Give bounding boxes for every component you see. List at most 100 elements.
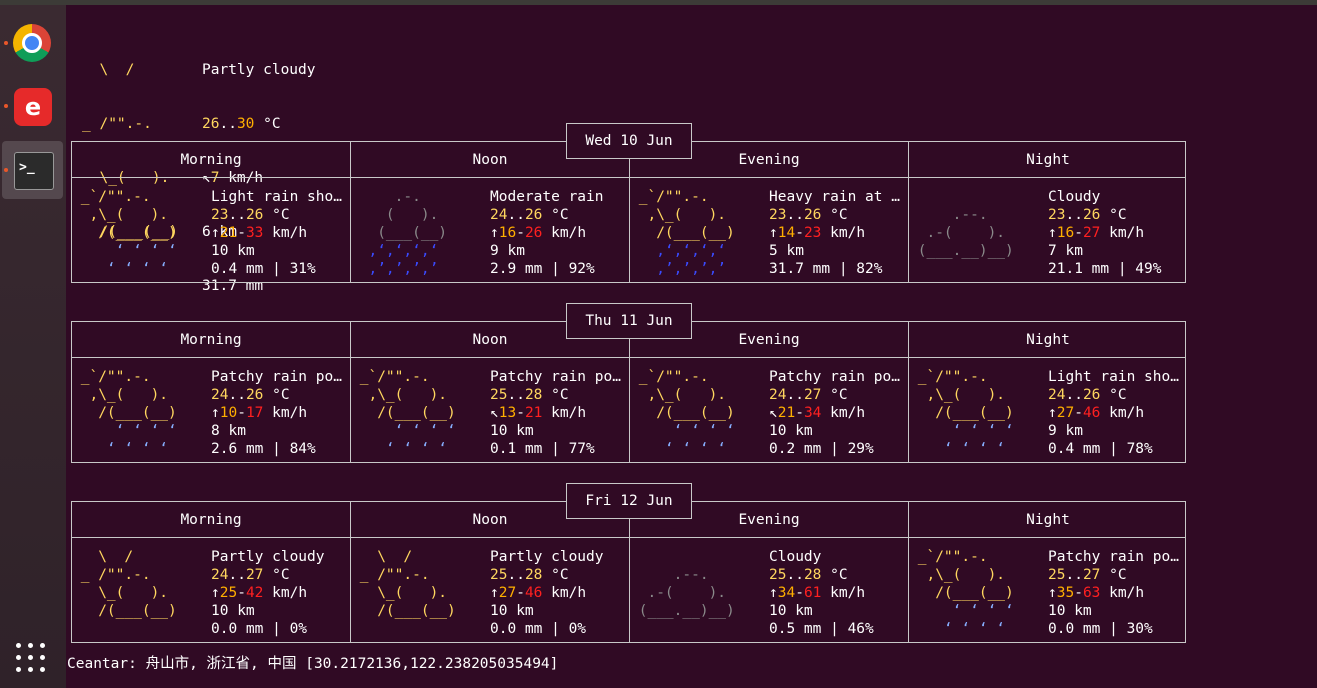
art-line: ,\_( ). xyxy=(72,387,186,403)
weather-art-icon: _`/"".-. ,\_( ). /(___(__) ‘ ‘ ‘ ‘ ‘ ‘ ‘… xyxy=(909,368,1047,458)
precipitation: 21.1 mm | 49% xyxy=(1048,261,1162,277)
art-line: ‘ ‘ ‘ ‘ xyxy=(630,423,744,439)
temperature: 24..27 °C xyxy=(769,387,848,403)
forecast-info: Patchy rain po… 24..26 °C ↑10-17 km/h 8 km 2… xyxy=(211,368,349,458)
art-line: _`/"".-. xyxy=(351,369,465,385)
precipitation: 0.4 mm | 78% xyxy=(1048,441,1153,457)
art-line: \_( ). xyxy=(351,585,465,601)
wind: ↖21-34 km/h xyxy=(769,405,866,421)
period-header: Night xyxy=(1026,512,1070,528)
art-line: _`/"".-. xyxy=(630,369,744,385)
dock-item-terminal[interactable]: >_ xyxy=(2,141,63,199)
art-line: .--. xyxy=(909,207,1023,223)
art-line xyxy=(630,548,768,566)
weather-art-icon: _`/"".-. ,\_( ). /(___(__) ‘ ‘ ‘ ‘ ‘ ‘ ‘… xyxy=(630,368,768,458)
visibility: 10 km xyxy=(211,603,255,619)
art-line: _ /"".-. xyxy=(351,567,465,583)
precipitation: 0.0 mm | 0% xyxy=(490,621,587,637)
visibility: 10 km xyxy=(211,243,255,259)
art-line: ,\_( ). xyxy=(909,387,1023,403)
art-line xyxy=(630,620,768,638)
wind: ↑16-26 km/h xyxy=(490,225,587,241)
condition-text: Patchy rain po… xyxy=(1048,549,1179,565)
temperature: 24..26 °C xyxy=(490,207,569,223)
art-line: ,\_( ). xyxy=(630,387,744,403)
date-label: Wed 10 Jun xyxy=(566,123,692,159)
condition-text: Partly cloudy xyxy=(490,549,604,565)
visibility: 10 km xyxy=(769,423,813,439)
forecast-info: Cloudy 25..28 °C ↑34-61 km/h 10 km 0.5 mm | … xyxy=(769,548,907,638)
netease-music-icon: e xyxy=(14,88,52,126)
forecast-table-day: Morning _`/"".-. ,\_( ). /(___(__) ‘ ‘ ‘… xyxy=(71,321,1186,463)
art-line: .-. xyxy=(351,189,465,205)
wind: ↑14-23 km/h xyxy=(769,225,866,241)
visibility: 5 km xyxy=(769,243,804,259)
temperature: 25..28 °C xyxy=(490,567,569,583)
art-line: ‘ ‘ ‘ ‘ xyxy=(909,441,1023,457)
weather-art-icon: \ / _ /"".-. \_( ). /(___(__) xyxy=(72,548,210,638)
art-line xyxy=(351,620,489,638)
art-line: ‘ ‘ ‘ ‘ xyxy=(351,423,465,439)
wind: ↑35-63 km/h xyxy=(1048,585,1145,601)
condition-text: Patchy rain po… xyxy=(490,369,621,385)
art-line: \ / xyxy=(82,62,187,78)
top-panel xyxy=(0,0,1317,5)
precipitation: 2.6 mm | 84% xyxy=(211,441,316,457)
art-line: ‘ ‘ ‘ ‘ xyxy=(909,423,1023,439)
art-line: /(___(__) xyxy=(351,405,465,421)
visibility: 10 km xyxy=(490,603,534,619)
dock-item-chrome[interactable] xyxy=(2,14,63,72)
forecast-cell: _`/"".-. ,\_( ). /(___(__) ‚‘‚‘‚‘‚‘ ‚’‚’… xyxy=(630,178,908,282)
temperature: 24..27 °C xyxy=(211,567,290,583)
visibility: 10 km xyxy=(769,603,813,619)
date-label: Fri 12 Jun xyxy=(566,483,692,519)
forecast-cell: \ / _ /"".-. \_( ). /(___(__) Partly clo… xyxy=(72,538,350,642)
forecast-cell: _`/"".-. ,\_( ). /(___(__) ‘ ‘ ‘ ‘ ‘ ‘ ‘… xyxy=(909,358,1187,462)
forecast-cell: .--. .-( ). (___.__)__) Cloudy 23..26 °C ↑… xyxy=(909,178,1187,282)
forecast-info: Light rain sho… 23..26 °C ↑21-33 km/h 10 km… xyxy=(211,188,349,278)
period-header: Night xyxy=(1026,152,1070,168)
art-line xyxy=(72,620,210,638)
dock-item-netease-music[interactable]: e xyxy=(2,77,63,135)
art-line: (___(__) xyxy=(351,225,465,241)
period-header: Morning xyxy=(180,332,242,348)
art-line: /(___(__) xyxy=(909,585,1023,601)
date-label: Thu 11 Jun xyxy=(566,303,692,339)
condition-text: Light rain sho… xyxy=(1048,369,1179,385)
period-header: Morning xyxy=(180,512,242,528)
forecast-table-day: Morning \ / _ /"".-. \_( ). /(___(__) Pa… xyxy=(71,501,1186,643)
forecast-cell: _`/"".-. ,\_( ). /(___(__) ‘ ‘ ‘ ‘ ‘ ‘ ‘… xyxy=(351,358,629,462)
art-line: ‚‘‚‘‚‘‚‘ xyxy=(630,243,744,259)
art-line: ,\_( ). xyxy=(72,207,186,223)
art-line: \ / xyxy=(72,549,186,565)
forecast-cell: _`/"".-. ,\_( ). /(___(__) ‘ ‘ ‘ ‘ ‘ ‘ ‘… xyxy=(630,358,908,462)
art-line: ‘ ‘ ‘ ‘ xyxy=(351,441,465,457)
art-line xyxy=(909,260,1047,278)
weather-art-icon: .--. .-( ). (___.__)__) xyxy=(630,548,768,638)
forecast-cell: _`/"".-. ,\_( ). /(___(__) ‘ ‘ ‘ ‘ ‘ ‘ ‘… xyxy=(72,358,350,462)
show-applications-grid-icon[interactable] xyxy=(16,643,50,677)
art-line: _`/"".-. xyxy=(909,369,1023,385)
condition-text: Light rain sho… xyxy=(211,189,342,205)
forecast-info: Light rain sho… 24..26 °C ↑27-46 km/h 9 km 0… xyxy=(1048,368,1186,458)
visibility: 10 km xyxy=(1048,603,1092,619)
art-line: \_( ). xyxy=(72,585,186,601)
condition-text: Cloudy xyxy=(1048,189,1101,205)
visibility: 9 km xyxy=(490,243,525,259)
forecast-info: Moderate rain 24..26 °C ↑16-26 km/h 9 km 2.9… xyxy=(490,188,628,278)
art-line: ‘ ‘ ‘ ‘ xyxy=(909,621,1023,637)
art-line: /(___(__) xyxy=(72,225,186,241)
precipitation: 0.2 mm | 29% xyxy=(769,441,874,457)
terminal-icon: >_ xyxy=(14,152,54,190)
art-line: (___.__)__) xyxy=(909,243,1023,259)
condition-text: Heavy rain at … xyxy=(769,189,900,205)
wind: ↖13-21 km/h xyxy=(490,405,587,421)
weather-art-icon: _`/"".-. ,\_( ). /(___(__) ‘ ‘ ‘ ‘ ‘ ‘ ‘… xyxy=(72,188,210,278)
art-line: /(___(__) xyxy=(72,405,186,421)
visibility: 7 km xyxy=(1048,243,1083,259)
location-line: Ceantar: 舟山市, 浙江省, 中国 [30.2172136,122.23… xyxy=(67,656,559,672)
art-line: _`/"".-. xyxy=(72,369,186,385)
wind: ↑10-17 km/h xyxy=(211,405,308,421)
dock: e >_ xyxy=(0,5,66,688)
precipitation: 0.0 mm | 0% xyxy=(211,621,308,637)
